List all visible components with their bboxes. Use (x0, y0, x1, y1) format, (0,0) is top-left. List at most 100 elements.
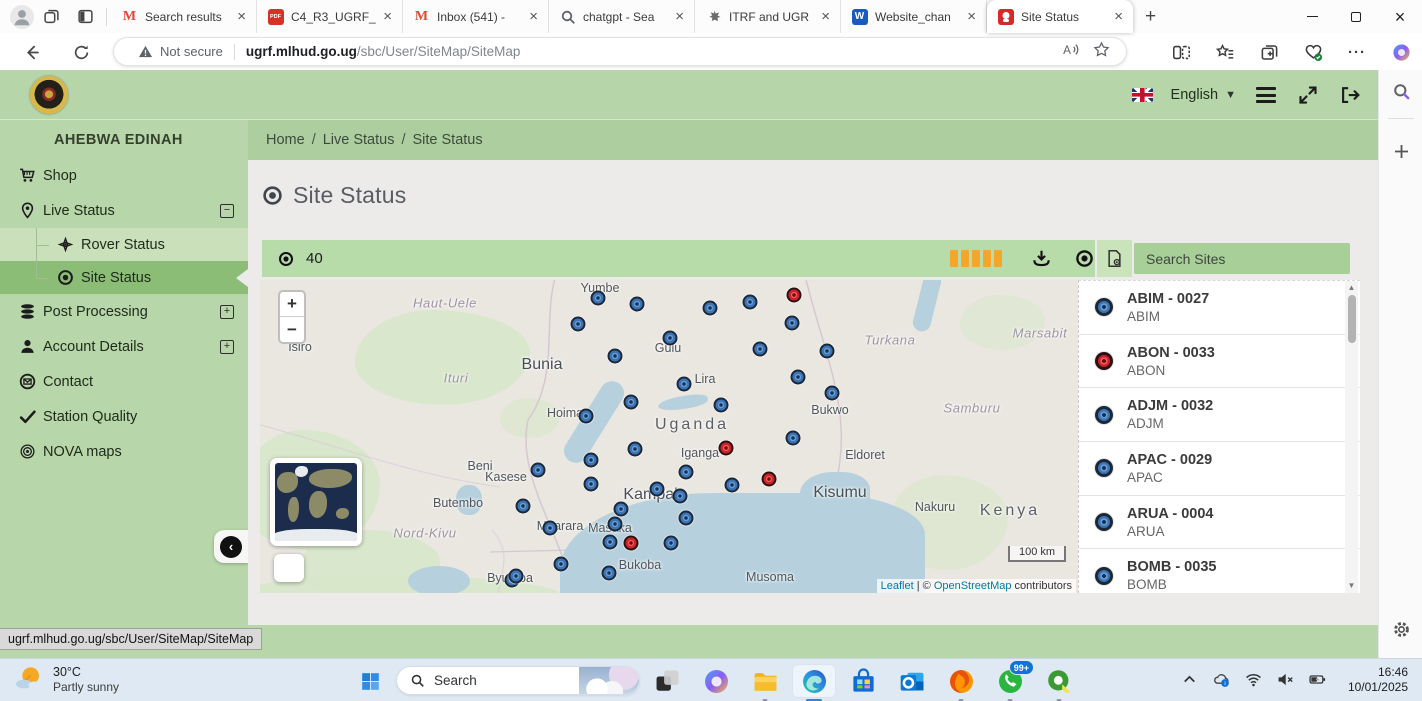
maximize-button[interactable] (1334, 0, 1378, 33)
sidebar-item-nova-maps[interactable]: NOVA maps (0, 434, 248, 469)
settings-gear-icon[interactable] (1379, 620, 1422, 639)
url-domain[interactable]: ugrf.mlhud.go.ug (246, 44, 357, 59)
browser-essentials-icon[interactable] (1302, 41, 1324, 63)
app-logo[interactable] (30, 76, 68, 114)
sidebar-item-site-status[interactable]: Site Status (0, 261, 248, 294)
site-marker-online[interactable] (591, 291, 606, 306)
sidebar-item-shop[interactable]: Shop (0, 158, 248, 193)
minimize-button[interactable] (1290, 0, 1334, 33)
site-marker-online[interactable] (785, 316, 800, 331)
browser-tab[interactable]: MInbox (541) -× (403, 0, 549, 33)
site-marker-online[interactable] (714, 398, 729, 413)
sidebar-item-rover-status[interactable]: Rover Status (0, 228, 248, 261)
search-sites-input[interactable] (1134, 243, 1350, 274)
list-scrollbar[interactable]: ▲ ▼ (1345, 281, 1358, 593)
copilot-icon[interactable] (1390, 41, 1412, 63)
scrollbar-thumb[interactable] (1348, 295, 1356, 343)
site-marker-online[interactable] (608, 349, 623, 364)
wifi-icon[interactable] (1245, 671, 1262, 693)
tab-close-icon[interactable]: × (963, 8, 980, 25)
taskbar-app-file-explorer[interactable] (743, 664, 787, 698)
site-marker-online[interactable] (786, 431, 801, 446)
site-marker-online[interactable] (753, 342, 768, 357)
expand-toggle-icon[interactable]: + (220, 340, 234, 354)
site-marker-offline[interactable] (624, 536, 639, 551)
profile-avatar-icon[interactable] (10, 5, 34, 29)
sidebar-item-station-quality[interactable]: Station Quality (0, 399, 248, 434)
split-screen-icon[interactable] (1170, 41, 1192, 63)
taskbar-clock[interactable]: 16:46 10/01/2025 (1348, 665, 1408, 695)
chevron-up-icon[interactable] (1181, 671, 1198, 693)
back-button[interactable] (16, 37, 46, 67)
site-marker-online[interactable] (509, 569, 524, 584)
site-marker-online[interactable] (820, 344, 835, 359)
site-marker-online[interactable] (579, 409, 594, 424)
weather-widget[interactable]: 30°C Partly sunny (14, 664, 119, 694)
site-marker-online[interactable] (630, 297, 645, 312)
site-marker-offline[interactable] (762, 472, 777, 487)
target-icon[interactable] (1075, 249, 1094, 268)
collapse-toggle-icon[interactable]: − (220, 204, 234, 218)
close-button[interactable]: × (1378, 0, 1422, 33)
collections-icon[interactable] (1258, 41, 1280, 63)
breadcrumb-item[interactable]: Site Status (409, 132, 487, 148)
address-bar[interactable]: Not secure ugrf.mlhud.go.ug /sbc/User/Si… (113, 37, 1127, 66)
site-list-item[interactable]: ADJM - 0032ADJM (1079, 388, 1360, 442)
favorites-icon[interactable] (1214, 41, 1236, 63)
volume-muted-icon[interactable] (1277, 671, 1294, 693)
taskbar-app-whatsapp[interactable]: 99+ (988, 664, 1032, 698)
tab-close-icon[interactable]: × (379, 8, 396, 25)
search-highlight-image[interactable] (579, 666, 639, 695)
site-marker-online[interactable] (584, 477, 599, 492)
site-marker-online[interactable] (628, 442, 643, 457)
leaflet-map[interactable]: Haut-UeleIsiroIturiBuniaYumbeGuluHoimaLi… (260, 280, 1078, 593)
logout-icon[interactable] (1338, 83, 1362, 107)
not-secure-icon[interactable] (138, 44, 153, 59)
browser-tab[interactable]: MSearch results× (111, 0, 257, 33)
search-icon[interactable] (1379, 82, 1422, 101)
taskbar-app-outlook[interactable] (890, 664, 934, 698)
browser-tab[interactable]: Site Status× (987, 0, 1133, 33)
start-button[interactable] (350, 667, 390, 695)
add-icon[interactable] (1379, 142, 1422, 161)
taskbar-app-task-view[interactable] (645, 664, 689, 698)
taskbar-app-copilot[interactable] (694, 664, 738, 698)
site-marker-online[interactable] (516, 499, 531, 514)
vertical-tabs-icon[interactable] (68, 4, 102, 30)
read-aloud-icon[interactable]: A (1062, 41, 1079, 63)
sidebar-item-live-status[interactable]: Live Status− (0, 193, 248, 228)
site-marker-online[interactable] (554, 557, 569, 572)
site-marker-online[interactable] (584, 453, 599, 468)
site-list-item[interactable]: ARUA - 0004ARUA (1079, 496, 1360, 550)
download-icon[interactable] (1032, 249, 1051, 268)
menu-icon[interactable] (1254, 83, 1278, 107)
site-marker-online[interactable] (663, 331, 678, 346)
tab-close-icon[interactable]: × (233, 8, 250, 25)
favorite-star-icon[interactable] (1093, 41, 1110, 63)
onedrive-icon[interactable]: i (1213, 671, 1230, 693)
site-marker-online[interactable] (608, 517, 623, 532)
site-marker-online[interactable] (664, 536, 679, 551)
site-marker-online[interactable] (677, 377, 692, 392)
site-list-item[interactable]: ABON - 0033ABON (1079, 335, 1360, 389)
taskbar-app-qgis[interactable] (1037, 664, 1081, 698)
site-marker-online[interactable] (703, 301, 718, 316)
signal-bars-icon[interactable] (950, 250, 1002, 267)
zoom-in-button[interactable]: + (280, 292, 304, 317)
scroll-up-icon[interactable]: ▲ (1345, 283, 1358, 292)
site-marker-online[interactable] (543, 521, 558, 536)
language-selector[interactable]: English ▼ (1171, 87, 1236, 103)
tab-close-icon[interactable]: × (525, 8, 542, 25)
site-marker-online[interactable] (614, 502, 629, 517)
osm-link[interactable]: OpenStreetMap (934, 580, 1012, 592)
taskbar-app-microsoft-store[interactable] (841, 664, 885, 698)
tab-close-icon[interactable]: × (817, 8, 834, 25)
tab-close-icon[interactable]: × (671, 8, 688, 25)
tab-groups-icon[interactable] (34, 4, 68, 30)
sidebar-item-contact[interactable]: Contact (0, 364, 248, 399)
layers-control[interactable] (270, 458, 362, 546)
sidebar-collapse-button[interactable]: ‹ (214, 530, 248, 563)
fullscreen-icon[interactable] (1296, 83, 1320, 107)
more-icon[interactable]: ··· (1346, 41, 1368, 63)
new-tab-button[interactable]: + (1133, 6, 1168, 28)
